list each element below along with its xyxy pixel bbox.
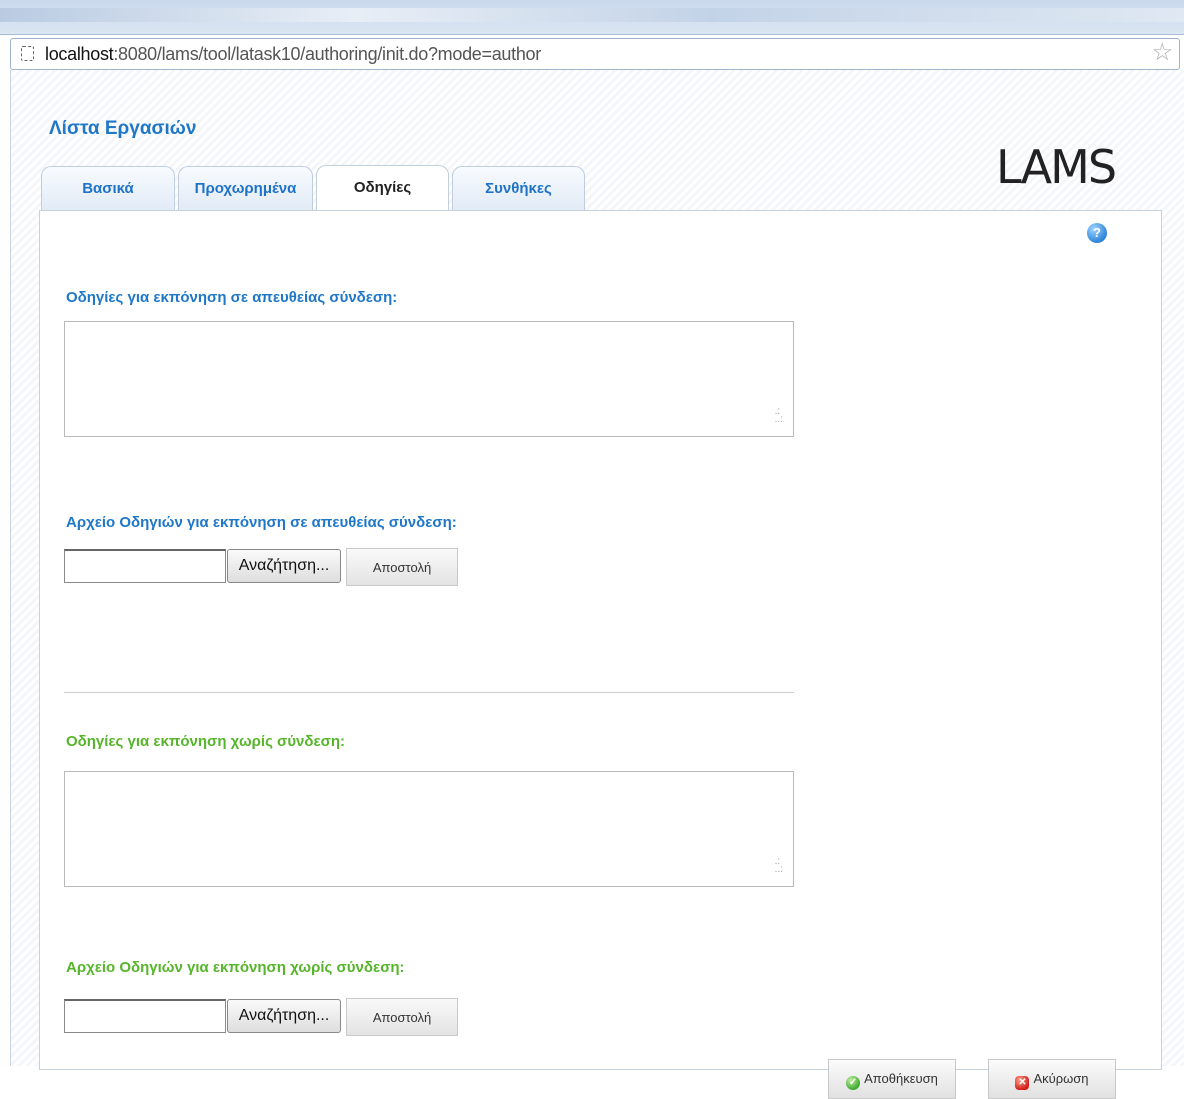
offline-upload-button[interactable]: Αποστολή	[346, 998, 458, 1036]
page-content: Λίστα Εργασιών LAMS Βασικά Προχωρημένα Ο…	[10, 70, 1184, 1099]
url-text[interactable]: localhost:8080/lams/tool/latask10/author…	[45, 44, 541, 65]
url-path: :8080/lams/tool/latask10/authoring/init.…	[113, 44, 541, 64]
url-host: localhost	[45, 44, 114, 64]
close-icon: ✕	[1015, 1076, 1030, 1090]
offline-browse-button[interactable]: Αναζήτηση...	[227, 999, 341, 1033]
bookmark-star-icon[interactable]: ☆	[1151, 40, 1173, 66]
online-file-label: Αρχείο Οδηγιών για εκπόνηση σε απευθείας…	[66, 514, 457, 531]
tabstrip-background	[0, 8, 1184, 22]
offline-file-input[interactable]	[64, 999, 226, 1033]
tab-basic[interactable]: Βασικά	[41, 166, 175, 210]
online-instructions-label: Οδηγίες για εκπόνηση σε απευθείας σύνδεσ…	[66, 289, 398, 306]
online-instructions-textarea[interactable]: .:..:	[64, 321, 794, 437]
page-title: Λίστα Εργασιών	[49, 118, 197, 139]
tab-instructions[interactable]: Οδηγίες	[316, 165, 449, 211]
online-browse-button[interactable]: Αναζήτηση...	[227, 549, 341, 583]
resize-grip-icon[interactable]: .:..:	[775, 407, 783, 425]
offline-instructions-label: Οδηγίες για εκπόνηση χωρίς σύνδεση:	[66, 733, 346, 750]
offline-instructions-textarea[interactable]: .:..:	[64, 771, 794, 887]
resize-grip-icon[interactable]: .:..:	[775, 857, 783, 875]
page-icon	[21, 46, 34, 61]
cancel-label: Ακύρωση	[1033, 1071, 1089, 1086]
tab-conditions[interactable]: Συνθήκες	[452, 166, 585, 210]
save-label: Αποθήκευση	[864, 1071, 938, 1086]
offline-file-label: Αρχείο Οδηγιών για εκπόνηση χωρίς σύνδεσ…	[66, 959, 405, 976]
cancel-button[interactable]: ✕ Ακύρωση	[988, 1059, 1116, 1099]
save-button[interactable]: ✓ Αποθήκευση	[828, 1059, 956, 1099]
address-bar[interactable]: localhost:8080/lams/tool/latask10/author…	[10, 38, 1180, 70]
section-divider	[64, 692, 794, 693]
online-file-input[interactable]	[64, 549, 226, 583]
help-icon[interactable]: ?	[1087, 223, 1107, 243]
lams-logo: LAMS	[996, 140, 1117, 194]
browser-tabstrip	[0, 0, 1184, 35]
tab-advanced[interactable]: Προχωρημένα	[178, 166, 313, 210]
tab-panel: ? Οδηγίες για εκπόνηση σε απευθείας σύνδ…	[39, 210, 1162, 1099]
online-upload-button[interactable]: Αποστολή	[346, 548, 458, 586]
check-icon: ✓	[846, 1076, 861, 1090]
